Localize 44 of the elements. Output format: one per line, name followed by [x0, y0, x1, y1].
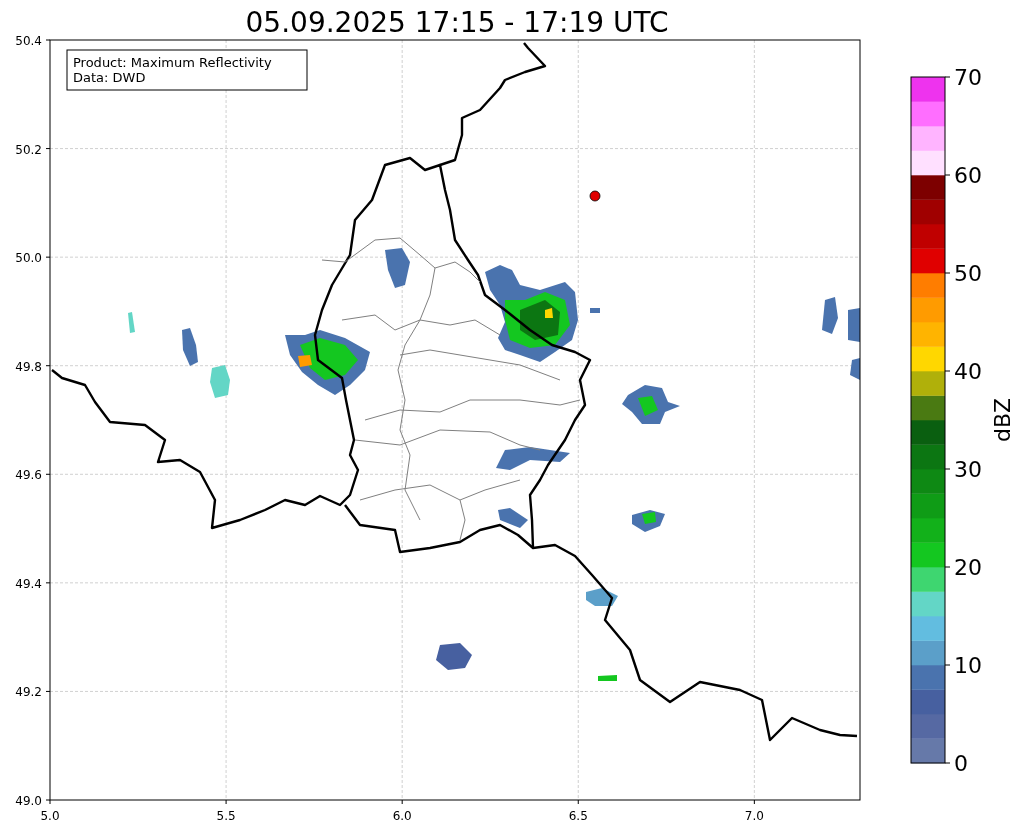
tick-mark — [944, 272, 951, 274]
tick-mark — [944, 76, 951, 78]
y-tick-label: 49.0 — [15, 794, 42, 808]
y-tick-label: 50.4 — [15, 34, 42, 48]
tick-mark — [45, 39, 51, 41]
x-tick-label: 5.5 — [216, 809, 236, 823]
tick-mark — [45, 473, 51, 475]
x-tick-label: 5.0 — [40, 809, 60, 823]
tick-mark — [753, 799, 755, 805]
y-tick-label: 49.2 — [15, 685, 42, 700]
tick-mark — [577, 799, 579, 805]
location-marker — [589, 190, 601, 202]
colorbar-label: dBZ — [990, 397, 1015, 443]
y-tick-label: 49.8 — [15, 359, 42, 374]
tick-mark — [944, 566, 951, 568]
colorbar-tick-label: 20 — [954, 555, 982, 580]
y-tick-label: 50.0 — [15, 251, 42, 266]
tick-mark — [45, 256, 51, 258]
tick-mark — [944, 370, 951, 372]
y-tick-label: 49.6 — [15, 468, 42, 483]
colorbar-tick-label: 40 — [954, 359, 982, 384]
tick-mark — [45, 690, 51, 692]
colorbar-tick-label: 70 — [954, 65, 982, 90]
info-text: Product: Maximum Reflectivity Data: DWD — [73, 55, 272, 85]
colorbar-tick-label: 60 — [954, 163, 982, 188]
tick-mark — [944, 664, 951, 666]
y-tick-label: 50.2 — [15, 142, 42, 157]
tick-mark — [45, 148, 51, 150]
colorbar-tick-label: 30 — [954, 457, 982, 482]
tick-mark — [45, 582, 51, 584]
colorbar-tick-label: 10 — [954, 653, 982, 678]
tick-mark — [45, 365, 51, 367]
tick-mark — [225, 799, 227, 805]
y-tick-label: 49.4 — [15, 576, 42, 591]
tick-mark — [944, 468, 951, 470]
x-tick-label: 6.5 — [568, 809, 588, 823]
tick-mark — [944, 762, 951, 764]
colorbar-tick-label: 0 — [954, 751, 968, 776]
x-tick-label: 7.0 — [744, 809, 764, 823]
tick-mark — [401, 799, 403, 805]
colorbar-tick-label: 50 — [954, 261, 982, 286]
figure-title: 05.09.2025 17:15 - 17:19 UTC — [245, 6, 669, 39]
tick-mark — [944, 174, 951, 176]
x-tick-label: 6.0 — [392, 809, 412, 823]
